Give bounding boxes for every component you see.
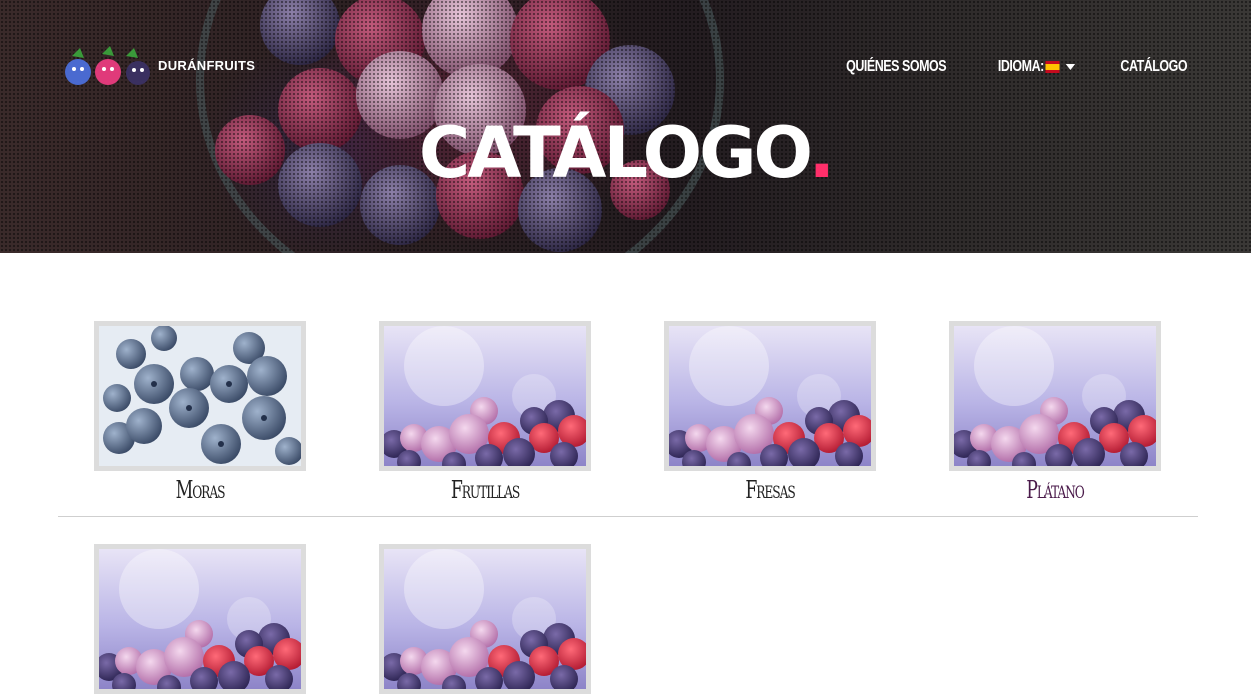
- product-label: Plátano: [1026, 476, 1085, 504]
- nav-language-label: IDIOMA:: [997, 58, 1044, 75]
- product-image[interactable]: [664, 321, 876, 471]
- product-label: Fresas: [745, 476, 795, 504]
- product-card-6[interactable]: [379, 544, 591, 694]
- page-title-text: CATÁLOGO: [418, 112, 812, 194]
- frozen-berries-image-icon: [384, 326, 586, 466]
- brand-logo[interactable]: DURÁNFRUITS: [62, 44, 255, 88]
- product-image[interactable]: [94, 544, 306, 694]
- product-catalog: Moras Frutillas Fresas Plátano: [0, 253, 1251, 694]
- product-card-moras[interactable]: Moras: [94, 321, 306, 505]
- frozen-berries-image-icon: [954, 326, 1156, 466]
- caret-down-icon: [1065, 64, 1075, 70]
- spain-flag-icon: [1044, 61, 1059, 73]
- frozen-berries-image-icon: [669, 326, 871, 466]
- product-image[interactable]: [379, 544, 591, 694]
- page-title: CATÁLOGO.: [0, 108, 1251, 198]
- title-accent-dot: .: [808, 112, 836, 194]
- hero-banner: DURÁNFRUITS QUIÉNES SOMOS IDIOMA: CATÁLO…: [0, 0, 1251, 253]
- blueberries-image-icon: [99, 326, 301, 466]
- product-card-platano[interactable]: Plátano: [949, 321, 1161, 505]
- product-image[interactable]: [949, 321, 1161, 471]
- product-card-frutillas[interactable]: Frutillas: [379, 321, 591, 505]
- nav-quienes-somos[interactable]: QUIÉNES SOMOS: [846, 58, 946, 76]
- main-nav: QUIÉNES SOMOS IDIOMA: CATÁLOGO: [832, 58, 1197, 76]
- row-divider: [58, 516, 1198, 517]
- product-card-5[interactable]: [94, 544, 306, 694]
- product-image[interactable]: [379, 321, 591, 471]
- nav-language-dropdown[interactable]: IDIOMA:: [997, 58, 1075, 76]
- product-image[interactable]: [94, 321, 306, 471]
- product-card-fresas[interactable]: Fresas: [664, 321, 876, 505]
- frozen-berries-image-icon: [384, 549, 586, 689]
- nav-catalogo[interactable]: CATÁLOGO: [1121, 58, 1188, 76]
- product-label: Frutillas: [450, 476, 520, 504]
- berries-logo-icon: [65, 46, 150, 85]
- frozen-berries-image-icon: [99, 549, 301, 689]
- product-label: Moras: [175, 476, 226, 504]
- brand-name: DURÁNFRUITS: [158, 57, 256, 73]
